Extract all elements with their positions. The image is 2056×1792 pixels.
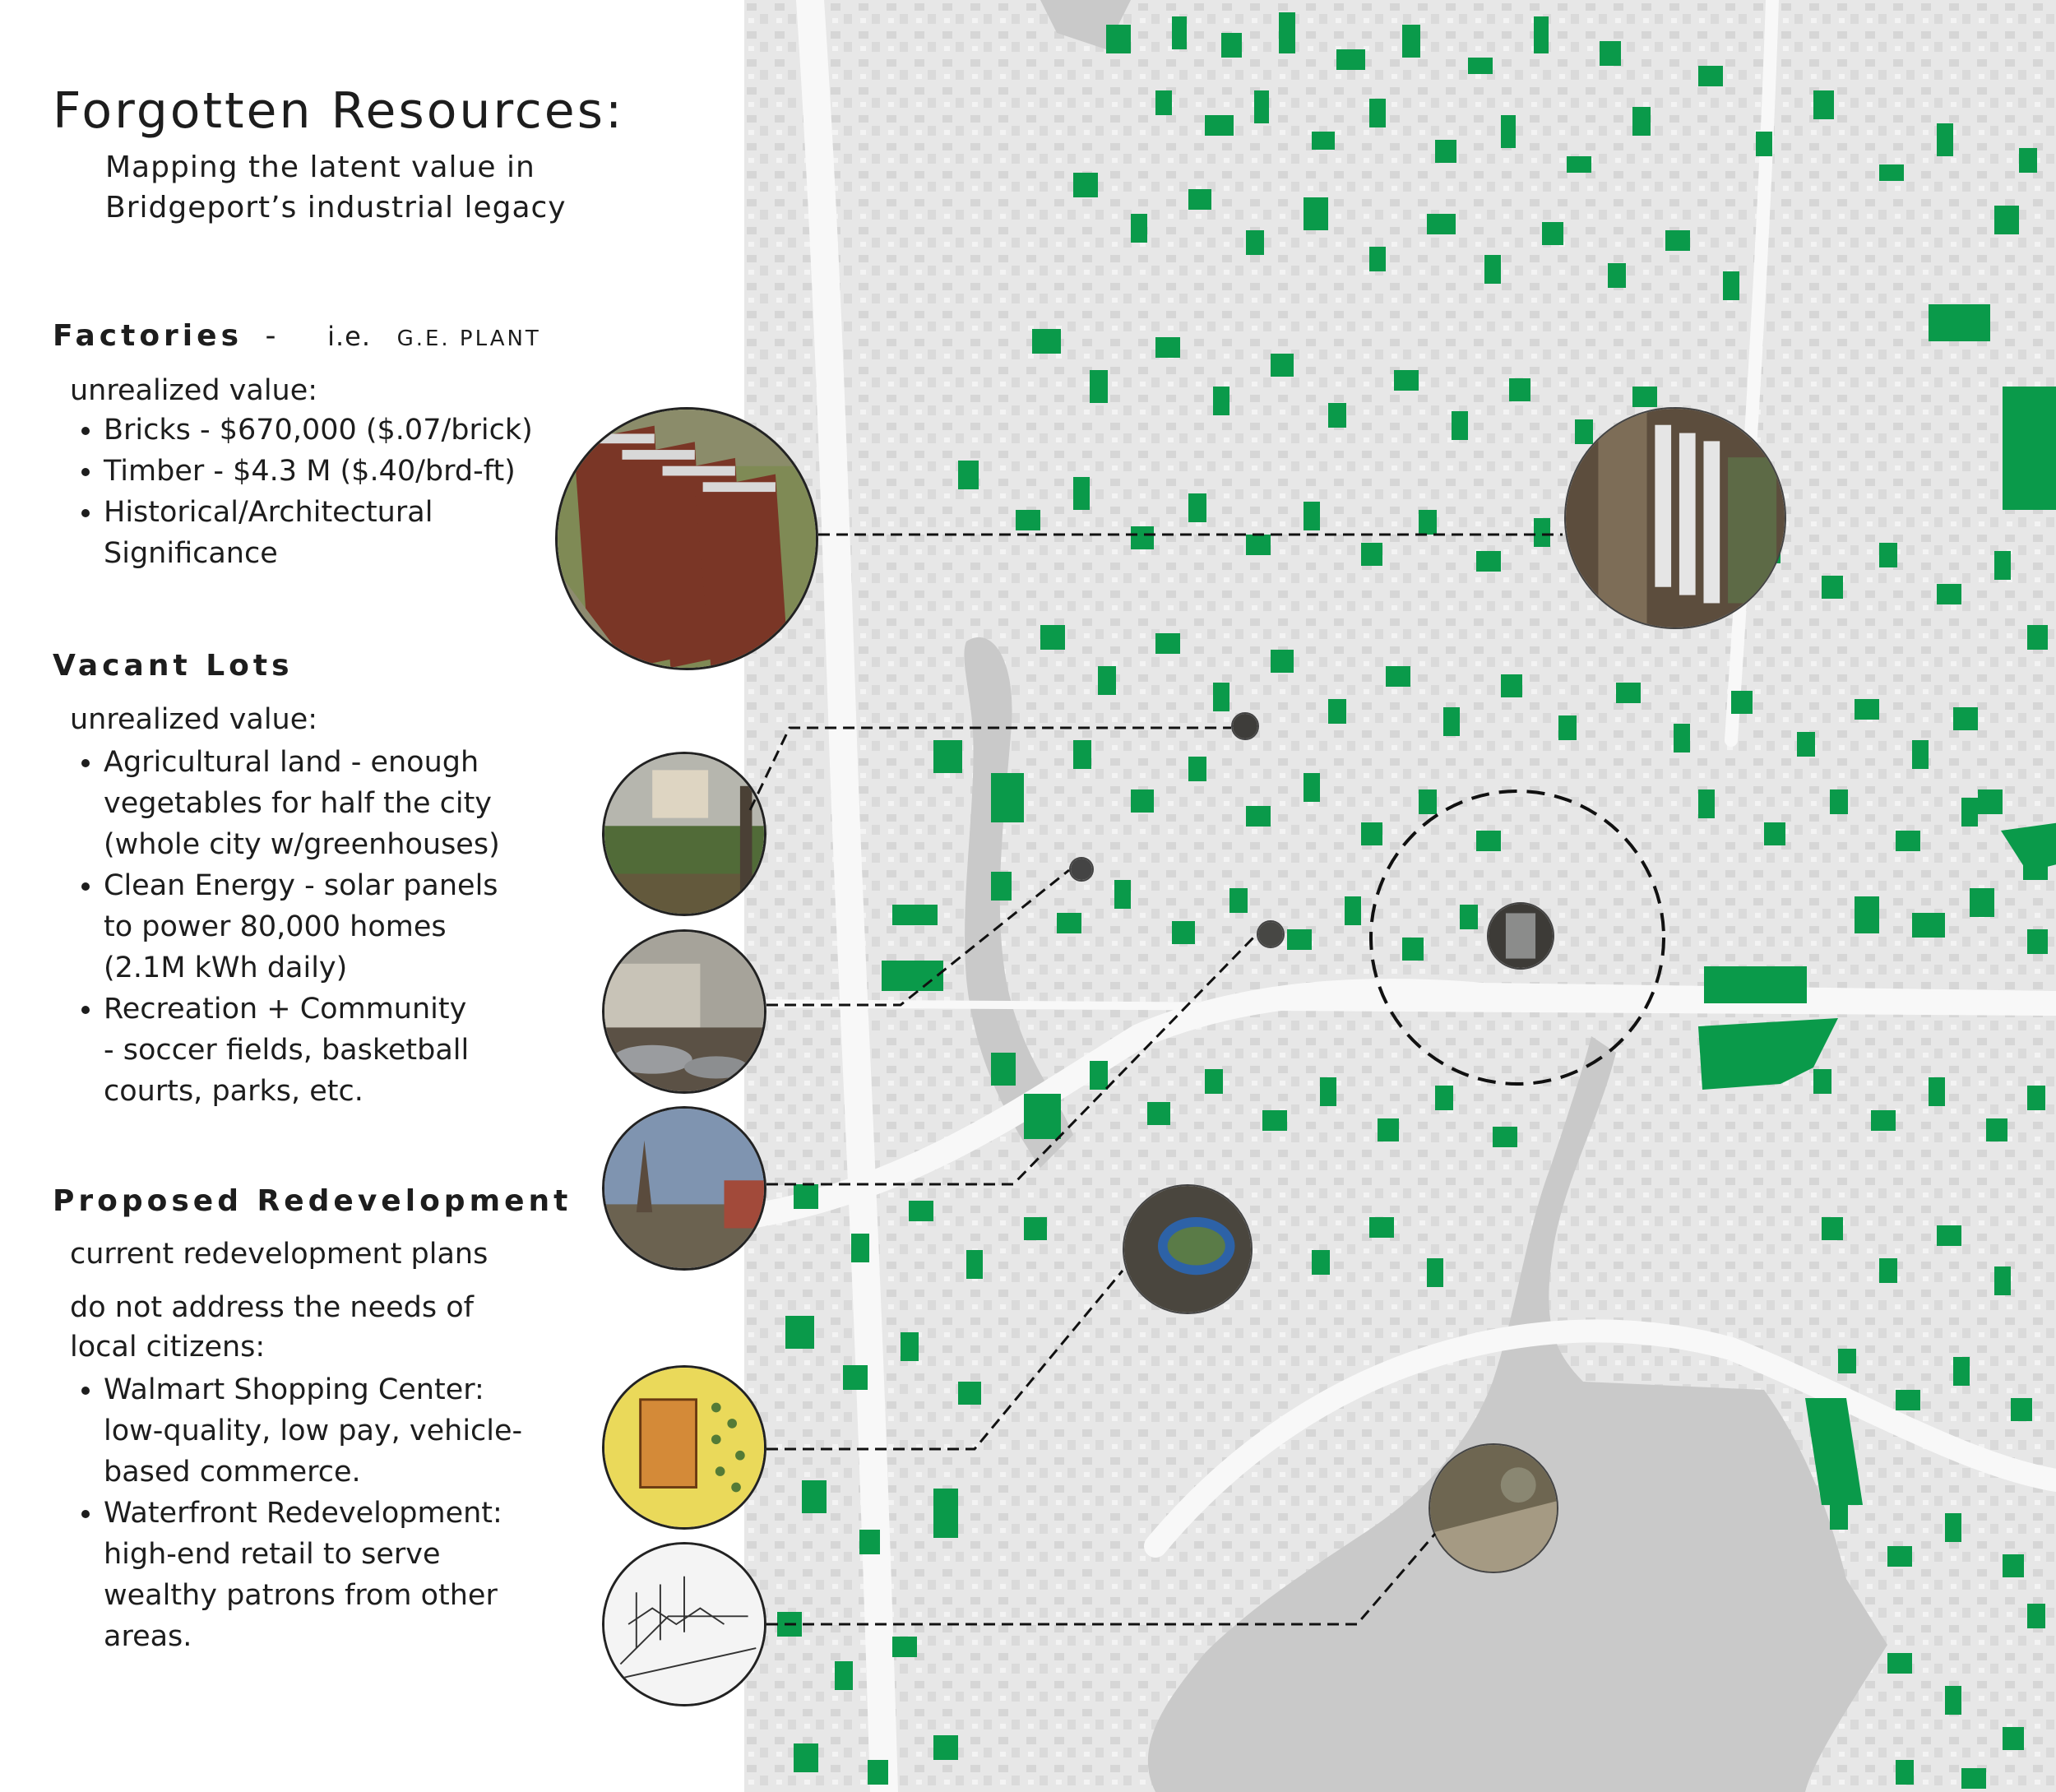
- redevelopment-bullet: Waterfront Redevelopment: high-end retail…: [104, 1493, 614, 1657]
- bullet-line: Bricks - $670,000 ($.07/brick): [104, 414, 533, 447]
- bullet-line: - soccer fields, basketball: [104, 1034, 470, 1067]
- bullet-line: vegetables for half the city: [104, 787, 493, 820]
- bullet-line: Timber - $4.3 M ($.40/brd-ft): [104, 455, 516, 488]
- waterfront-aerial-photo: [1430, 1445, 1557, 1572]
- vacant-lots-bullet: Clean Energy - solar panels to power 80,0…: [104, 865, 614, 989]
- bullet-line: (whole city w/greenhouses): [104, 828, 500, 861]
- site-thumb-small-2[interactable]: [1069, 857, 1094, 882]
- map-canvas: [744, 0, 2056, 1792]
- vacant-lot-photo-1[interactable]: [602, 752, 766, 916]
- redevelopment-bullet-list: Walmart Shopping Center: low-quality, low…: [66, 1369, 614, 1657]
- factories-example-prefix: i.e.: [327, 321, 372, 352]
- factories-bullet: Bricks - $670,000 ($.07/brick): [104, 410, 614, 451]
- factories-heading: Factories - i.e. G.E. PLANT: [53, 319, 541, 353]
- ge-plant-aerial-photo: [1566, 409, 1785, 627]
- bullet-line: Agricultural land - enough: [104, 746, 479, 779]
- subtitle-line-1: Mapping the latent value in: [105, 150, 535, 184]
- vacant-lot-grass-photo: [604, 754, 764, 914]
- bullet-line: Significance: [104, 537, 278, 570]
- redevelopment-bullet: Walmart Shopping Center: low-quality, low…: [104, 1369, 614, 1493]
- factories-bullet: Timber - $4.3 M ($.40/brd-ft): [104, 451, 614, 492]
- factory-photo: [558, 410, 816, 668]
- redevelopment-line-2: do not address the needs of: [70, 1291, 474, 1324]
- site-thumb-small-3[interactable]: [1257, 920, 1285, 948]
- site-thumb-small-1[interactable]: [1231, 712, 1259, 740]
- bullet-line: (2.1M kWh daily): [104, 952, 348, 984]
- bullet-line: Clean Energy - solar panels: [104, 869, 498, 902]
- bullet-line: Waterfront Redevelopment:: [104, 1497, 502, 1530]
- page-title: Forgotten Resources:: [53, 82, 625, 140]
- ge-plant-aerial-circle[interactable]: [1564, 407, 1786, 629]
- factories-value-label: unrealized value:: [70, 374, 318, 407]
- vacant-lots-bullet: Recreation + Community - soccer fields, b…: [104, 989, 614, 1112]
- aerial-map[interactable]: [744, 0, 2056, 1792]
- bullet-line: Recreation + Community: [104, 993, 467, 1026]
- factories-heading-text: Factories: [53, 319, 243, 353]
- factories-heading-separator: -: [265, 319, 277, 353]
- site-aerial-photo: [1489, 904, 1553, 968]
- vacant-lot-photo-3[interactable]: [602, 1106, 766, 1271]
- vacant-lots-value-label: unrealized value:: [70, 703, 318, 736]
- walmart-site-plan-drawing: [604, 1368, 764, 1527]
- vacant-lots-heading: Vacant Lots: [53, 649, 294, 683]
- redevelopment-line-1: current redevelopment plans: [70, 1238, 489, 1271]
- bullet-line: high-end retail to serve: [104, 1538, 441, 1571]
- vacant-lot-photo-2[interactable]: [602, 929, 766, 1094]
- bullet-line: areas.: [104, 1620, 192, 1653]
- bullet-line: Walmart Shopping Center:: [104, 1373, 484, 1406]
- factories-example-name: G.E. PLANT: [396, 326, 541, 351]
- bullet-line: wealthy patrons from other: [104, 1579, 498, 1612]
- walmart-plan-circle[interactable]: [602, 1365, 766, 1530]
- bullet-line: based commerce.: [104, 1456, 361, 1489]
- site-thumb-medium[interactable]: [1487, 902, 1554, 970]
- vacant-lots-bullet-list: Agricultural land - enough vegetables for…: [66, 742, 614, 1112]
- bullet-line: to power 80,000 homes: [104, 910, 447, 943]
- bullet-line: Historical/Architectural: [104, 496, 433, 529]
- redevelopment-line-3: local citizens:: [70, 1331, 266, 1364]
- waterfront-sketch-drawing: [604, 1544, 764, 1704]
- factories-bullet: Historical/Architectural Significance: [104, 492, 614, 574]
- waterfront-sketch-circle[interactable]: [602, 1542, 766, 1706]
- subtitle-line-2: Bridgeport’s industrial legacy: [105, 191, 567, 225]
- bullet-line: courts, parks, etc.: [104, 1075, 364, 1108]
- factory-photo-circle[interactable]: [555, 407, 818, 670]
- vacant-lot-overgrown-photo: [604, 1109, 764, 1268]
- vacant-lot-debris-photo: [604, 932, 764, 1091]
- stadium-aerial-photo: [1124, 1186, 1251, 1313]
- waterfront-aerial-circle[interactable]: [1429, 1443, 1558, 1573]
- redevelopment-heading: Proposed Redevelopment: [53, 1184, 572, 1218]
- bullet-line: low-quality, low pay, vehicle-: [104, 1415, 523, 1447]
- stadium-aerial-circle[interactable]: [1123, 1184, 1253, 1314]
- vacant-lots-bullet: Agricultural land - enough vegetables for…: [104, 742, 614, 865]
- factories-bullet-list: Bricks - $670,000 ($.07/brick) Timber - …: [66, 410, 614, 574]
